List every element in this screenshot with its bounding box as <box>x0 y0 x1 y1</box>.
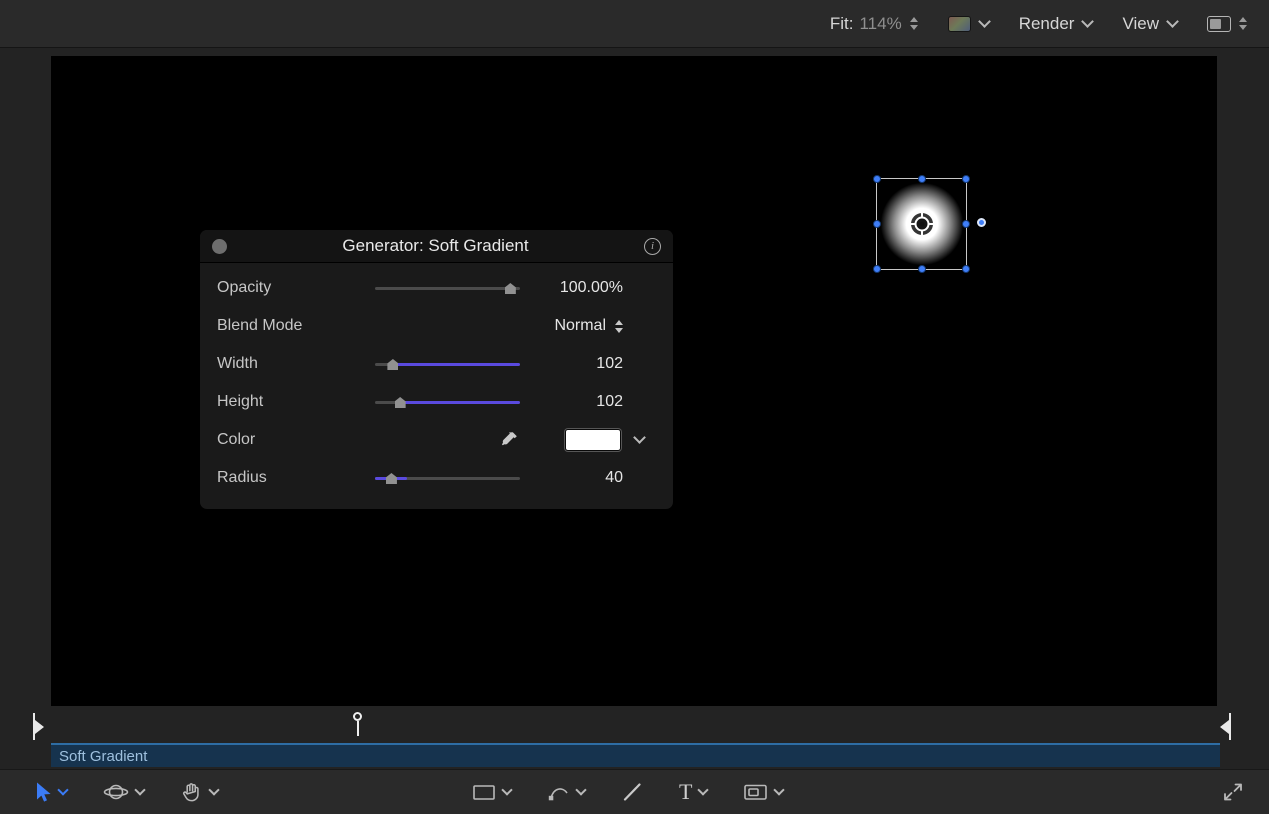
orbit-sphere-icon[interactable] <box>103 781 129 803</box>
render-menu[interactable]: Render <box>1019 14 1093 34</box>
arrow-cursor-icon[interactable] <box>32 781 52 803</box>
selection-handle[interactable] <box>918 175 926 183</box>
window-layout-control[interactable] <box>1207 16 1247 32</box>
chevron-down-icon[interactable] <box>698 784 709 795</box>
fit-label: Fit: <box>830 14 854 34</box>
chevron-down-icon <box>1082 15 1095 28</box>
out-point-marker[interactable] <box>1220 713 1231 740</box>
color-label: Color <box>217 431 375 449</box>
opacity-label: Opacity <box>217 279 375 297</box>
text-tool-icon[interactable]: T <box>679 781 692 803</box>
selection-handle[interactable] <box>918 265 926 273</box>
chevron-down-icon[interactable] <box>633 431 646 444</box>
top-toolbar: Fit: 114% Render View <box>0 0 1269 48</box>
adjust-3d-tool[interactable] <box>103 781 144 803</box>
window-layout-stepper-icon[interactable] <box>1239 17 1247 30</box>
opacity-slider[interactable] <box>375 280 520 296</box>
expand-arrows-icon[interactable] <box>1221 780 1245 804</box>
radius-slider[interactable] <box>375 470 520 486</box>
blend-mode-row: Blend Mode Normal <box>200 307 673 345</box>
radius-row: Radius 40 <box>200 459 673 497</box>
hud-body: Opacity 100.00% Blend Mode Normal Width <box>200 263 673 509</box>
selection-handle[interactable] <box>873 220 881 228</box>
blend-mode-value[interactable]: Normal <box>554 317 606 335</box>
chevron-down-icon[interactable] <box>501 784 512 795</box>
rectangle-icon[interactable] <box>472 782 496 802</box>
text-tool[interactable]: T <box>679 781 707 803</box>
select-transform-tool[interactable] <box>32 781 67 803</box>
timeline-layer-bar[interactable]: Soft Gradient <box>51 743 1220 767</box>
blend-mode-label: Blend Mode <box>217 317 375 335</box>
opacity-value[interactable]: 100.00% <box>525 279 673 297</box>
color-row: Color <box>200 421 673 459</box>
paint-stroke-tool[interactable] <box>621 781 643 803</box>
color-well[interactable] <box>565 429 621 451</box>
color-display-swatch-icon[interactable] <box>948 16 971 32</box>
mask-rectangle-icon[interactable] <box>743 782 768 802</box>
eyedropper-icon[interactable] <box>499 430 519 450</box>
hud-title: Generator: Soft Gradient <box>227 236 644 256</box>
chevron-down-icon[interactable] <box>208 784 219 795</box>
zoom-control[interactable]: Fit: 114% <box>830 14 918 34</box>
selection-handle[interactable] <box>962 175 970 183</box>
hud-titlebar[interactable]: Generator: Soft Gradient i <box>200 230 673 263</box>
selection-handle[interactable] <box>873 265 881 273</box>
slider-thumb[interactable] <box>395 397 406 408</box>
bezier-curve-icon[interactable] <box>547 781 570 803</box>
toolbar-expand-button[interactable] <box>1221 780 1245 804</box>
chevron-down-icon[interactable] <box>575 784 586 795</box>
selection-handle[interactable] <box>873 175 881 183</box>
hand-icon[interactable] <box>180 781 203 804</box>
view-label: View <box>1122 14 1159 34</box>
popup-stepper-icon <box>615 320 623 333</box>
slider-thumb[interactable] <box>387 359 398 370</box>
width-value[interactable]: 102 <box>525 355 673 373</box>
height-value[interactable]: 102 <box>525 393 673 411</box>
height-label: Height <box>217 393 375 411</box>
bottom-toolbar: T <box>0 769 1269 814</box>
color-display-menu[interactable] <box>948 16 989 32</box>
playhead-handle-icon[interactable] <box>353 712 362 721</box>
opacity-row: Opacity 100.00% <box>200 269 673 307</box>
chevron-down-icon[interactable] <box>134 784 145 795</box>
width-slider[interactable] <box>375 356 520 372</box>
window-layout-icon[interactable] <box>1207 16 1231 32</box>
chevron-down-icon[interactable] <box>57 784 68 795</box>
pan-tool[interactable] <box>180 781 218 804</box>
in-point-marker[interactable] <box>33 713 44 740</box>
height-slider[interactable] <box>375 394 520 410</box>
width-label: Width <box>217 355 375 373</box>
playhead[interactable] <box>351 712 364 736</box>
chevron-down-icon <box>1166 15 1179 28</box>
slider-thumb[interactable] <box>386 473 397 484</box>
view-menu[interactable]: View <box>1122 14 1177 34</box>
hud-close-button[interactable] <box>212 239 227 254</box>
mask-tool[interactable] <box>743 782 783 802</box>
chevron-down-icon[interactable] <box>774 784 785 795</box>
selection-bounding-box[interactable] <box>876 178 967 270</box>
zoom-value[interactable]: 114% <box>859 14 901 34</box>
blend-mode-popup[interactable]: Normal <box>525 317 673 335</box>
chevron-down-icon <box>978 15 991 28</box>
selection-handle[interactable] <box>962 265 970 273</box>
render-label: Render <box>1019 14 1075 34</box>
bezier-tool[interactable] <box>547 781 585 803</box>
rectangle-tool[interactable] <box>472 782 511 802</box>
timeline-layer-name: Soft Gradient <box>59 748 147 765</box>
paint-stroke-icon[interactable] <box>621 781 643 803</box>
radius-label: Radius <box>217 469 375 487</box>
width-row: Width 102 <box>200 345 673 383</box>
zoom-stepper-icon[interactable] <box>910 17 918 30</box>
hud-panel[interactable]: Generator: Soft Gradient i Opacity 100.0… <box>200 230 673 509</box>
slider-thumb[interactable] <box>505 283 516 294</box>
color-control <box>525 429 673 451</box>
anchor-point-icon[interactable] <box>909 211 935 237</box>
info-icon[interactable]: i <box>644 238 661 255</box>
selection-handle[interactable] <box>962 220 970 228</box>
height-row: Height 102 <box>200 383 673 421</box>
radius-value[interactable]: 40 <box>525 469 673 487</box>
selection-rotation-handle[interactable] <box>977 218 986 227</box>
